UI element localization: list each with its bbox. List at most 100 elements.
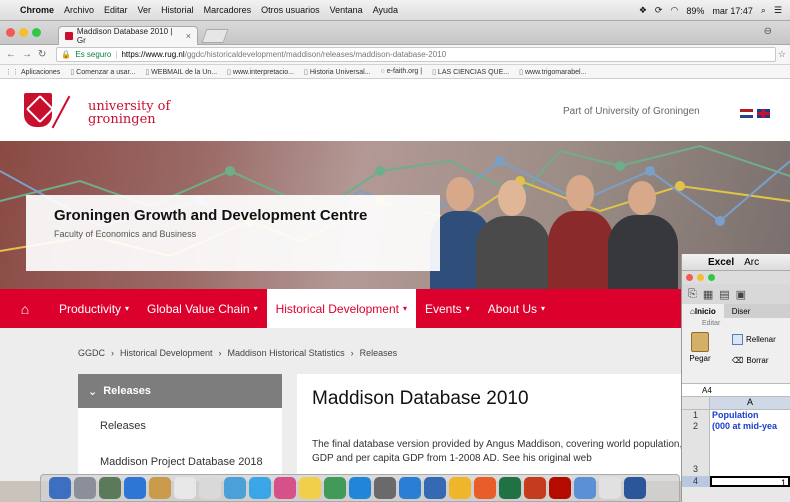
profile-icon[interactable]: ⊖ [764, 26, 772, 37]
uk-flag-icon[interactable] [757, 109, 770, 118]
clock[interactable]: mar 17:47 [712, 6, 753, 16]
row-number[interactable]: 3 [682, 432, 710, 476]
itunes-icon[interactable] [274, 477, 296, 499]
row-number[interactable]: 2 [682, 421, 710, 432]
zoom-window-button[interactable] [32, 28, 41, 37]
nav-global-value-chain[interactable]: Global Value Chain ▾ [138, 289, 267, 328]
battery-label[interactable]: 89% [686, 6, 704, 16]
skype-icon[interactable] [399, 477, 421, 499]
vlc-icon[interactable] [474, 477, 496, 499]
menu-marcadores[interactable]: Marcadores [204, 5, 252, 15]
home-icon[interactable]: ⌂ [0, 301, 50, 317]
address-bar[interactable]: 🔒 Es seguro | https://www.rug.nl/ggdc/hi… [56, 47, 777, 62]
university-wordmark[interactable]: university of groningen [88, 100, 170, 126]
close-tab-icon[interactable]: × [186, 31, 191, 41]
gallery-icon[interactable]: ▦ [703, 288, 713, 301]
bookmark-item[interactable]: ▯ www.interpretacio... [227, 68, 294, 76]
finder-window-icon[interactable] [574, 477, 596, 499]
new-tab-button[interactable] [201, 29, 229, 43]
back-icon[interactable]: ← [6, 49, 16, 60]
chrome-icon[interactable] [599, 477, 621, 499]
tab-inicio[interactable]: ⌂ Inicio [682, 304, 724, 318]
menu-ver[interactable]: Ver [138, 5, 152, 15]
cell-a1[interactable]: Population [710, 410, 790, 421]
row-number[interactable]: 4 [682, 476, 710, 487]
bookmark-item[interactable]: ▯ WEBMAIL de la Un... [145, 68, 217, 76]
notification-center-icon[interactable]: ☰ [774, 5, 782, 16]
acrobat-icon[interactable] [549, 477, 571, 499]
bookmark-apps[interactable]: ⋮⋮ Aplicaciones [5, 68, 60, 76]
app-store-icon[interactable] [124, 477, 146, 499]
photos-icon[interactable] [99, 477, 121, 499]
menu-ventana[interactable]: Ventana [330, 5, 363, 15]
part-of-link[interactable]: Part of University of Groningen [563, 106, 700, 117]
paste-button[interactable]: Pegar [686, 332, 714, 363]
nav-historical-development[interactable]: Historical Development ▾ [266, 289, 416, 328]
save-icon[interactable]: ▣ [736, 288, 746, 301]
bookmark-item[interactable]: ○ e-faith.org | [381, 68, 423, 75]
forward-icon[interactable]: → [22, 49, 32, 60]
menu-ayuda[interactable]: Ayuda [373, 5, 398, 15]
menu-excel[interactable]: Excel [708, 257, 734, 268]
bookmark-item[interactable]: ▯ Historia Universal... [304, 68, 371, 76]
facetime-icon[interactable] [324, 477, 346, 499]
row-number[interactable]: 1 [682, 410, 710, 421]
lock-icon[interactable]: 🔒 [61, 50, 71, 59]
bookmark-item[interactable]: ▯ www.trigomarabel... [519, 68, 586, 76]
close-window-button[interactable] [6, 28, 15, 37]
excel-icon[interactable] [499, 477, 521, 499]
menu-archivo[interactable]: Arc [744, 257, 759, 268]
launchpad-icon[interactable] [74, 477, 96, 499]
zoom-window-button[interactable] [708, 274, 715, 281]
menu-app-name[interactable]: Chrome [20, 5, 54, 15]
new-sheet-icon[interactable]: ⎘ [688, 288, 697, 301]
university-crest-logo[interactable] [24, 93, 52, 127]
menu-historial[interactable]: Historial [161, 5, 194, 15]
menu-editar[interactable]: Editar [104, 5, 128, 15]
cell-a4-selected[interactable]: 1 [710, 476, 790, 487]
browser-tab[interactable]: Maddison Database 2010 | Gr × [58, 26, 198, 45]
nav-events[interactable]: Events ▾ [416, 289, 479, 328]
user-icon[interactable] [424, 477, 446, 499]
cell-a2[interactable]: (000 at mid-yea [710, 421, 790, 432]
breadcrumb-historical-development[interactable]: Historical Development [120, 348, 213, 358]
bookmark-item[interactable]: ▯ LAS CIENCIAS QUE... [432, 68, 509, 76]
close-window-button[interactable] [686, 274, 693, 281]
sync-icon[interactable]: ⟳ [655, 5, 663, 16]
reload-icon[interactable]: ↻ [38, 49, 46, 60]
notes-icon[interactable] [199, 477, 221, 499]
breadcrumb-maddison-statistics[interactable]: Maddison Historical Statistics [228, 348, 345, 358]
safari-icon[interactable] [349, 477, 371, 499]
select-all-corner[interactable] [682, 397, 710, 409]
messages-icon[interactable] [249, 477, 271, 499]
tab-diseno[interactable]: Diser [724, 304, 759, 318]
breadcrumb-ggdc[interactable]: GGDC [78, 348, 105, 358]
powerpoint-icon[interactable] [524, 477, 546, 499]
system-preferences-icon[interactable] [374, 477, 396, 499]
menu-archivo[interactable]: Archivo [64, 5, 94, 15]
nav-productivity[interactable]: Productivity ▾ [50, 289, 138, 328]
finder-icon[interactable] [49, 477, 71, 499]
contacts-icon[interactable] [149, 477, 171, 499]
minimize-window-button[interactable] [697, 274, 704, 281]
dropbox-icon[interactable]: ❖ [639, 5, 647, 16]
preview-icon[interactable] [224, 477, 246, 499]
clear-button[interactable]: ⌫ Borrar [732, 356, 769, 365]
cell-a3[interactable] [710, 432, 790, 476]
name-box[interactable]: A4 [682, 384, 790, 397]
sidebar-item-releases[interactable]: Releases [78, 408, 282, 444]
fill-button[interactable]: Rellenar [732, 334, 776, 345]
bookmark-star-icon[interactable]: ☆ [778, 49, 786, 60]
wifi-icon[interactable]: ◠ [670, 5, 678, 16]
sidebar-header-releases[interactable]: ⌄ Releases [78, 374, 282, 408]
dutch-flag-icon[interactable] [740, 109, 753, 118]
menu-otros-usuarios[interactable]: Otros usuarios [261, 5, 320, 15]
word-icon[interactable] [624, 477, 646, 499]
column-header-a[interactable]: A [710, 397, 790, 409]
open-icon[interactable]: ▤ [719, 288, 729, 301]
nav-about-us[interactable]: About Us ▾ [479, 289, 554, 328]
spotlight-icon[interactable]: ⌕ [761, 5, 766, 16]
minimize-window-button[interactable] [19, 28, 28, 37]
ibooks-icon[interactable] [449, 477, 471, 499]
calendar-icon[interactable] [174, 477, 196, 499]
